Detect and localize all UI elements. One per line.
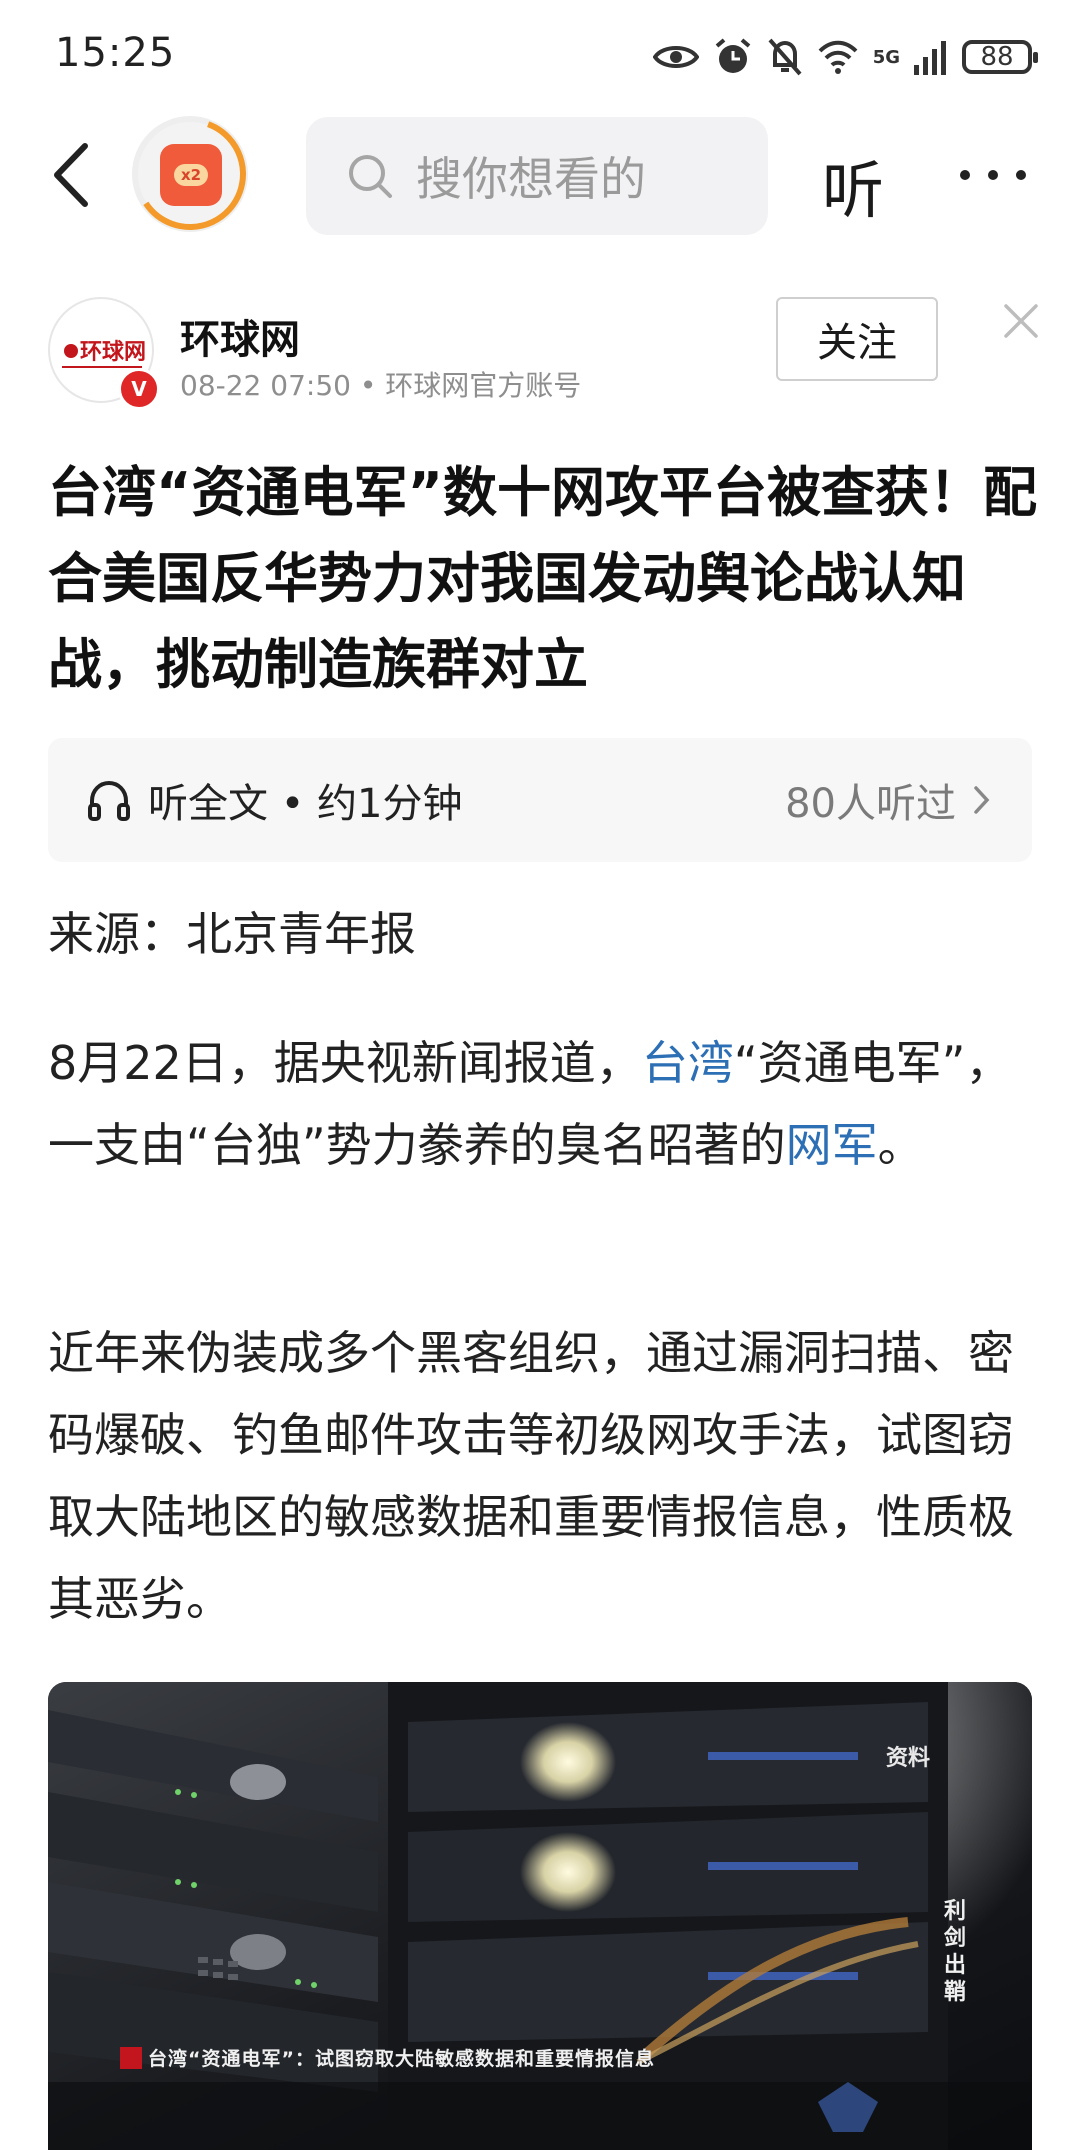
back-button[interactable]: [45, 140, 105, 210]
article-image[interactable]: 台湾“资通电军”：试图窃取大陆敏感数据和重要情报信息 资料 利剑出鞘: [48, 1682, 1032, 2150]
alarm-icon: [715, 38, 750, 73]
post-meta: 08-22 07:50 • 环球网官方账号: [180, 369, 582, 402]
mute-icon: [768, 38, 802, 76]
listen-label: 听全文 • 约1分钟: [148, 781, 463, 827]
paragraph-1-text-a: 8月22日，据央视新闻报道，: [48, 1036, 642, 1090]
status-time: 15:25: [55, 30, 176, 76]
chevron-right-icon: [974, 786, 990, 814]
listener-count: 80人听过: [785, 781, 956, 827]
search-placeholder: 搜你想看的: [416, 152, 646, 206]
signal-icon: [914, 41, 946, 75]
wifi-icon: [818, 40, 858, 74]
link-wangjun[interactable]: 网军: [786, 1118, 878, 1172]
network-label: 5G: [872, 46, 900, 68]
search-input[interactable]: 搜你想看的: [306, 117, 768, 235]
article-title: 台湾“资通电军”数十网攻平台被查获！配合美国反华势力对我国发动舆论战认知战，挑动…: [48, 461, 1037, 696]
headphones-icon: [88, 780, 130, 821]
author-name[interactable]: 环球网: [180, 307, 300, 365]
caption-marker: [120, 2047, 142, 2069]
listen-full-text-bar[interactable]: 听全文 • 约1分钟 80人听过: [48, 738, 1032, 862]
eye-icon: [652, 46, 699, 68]
more-dots-icon[interactable]: [960, 150, 1026, 200]
listen-button[interactable]: 听: [822, 140, 884, 230]
paragraph-1: 8月22日，据央视新闻报道，台湾“资通电军”，一支由“台独”势力豢养的臭名昭著的…: [48, 1022, 1032, 1186]
link-taiwan[interactable]: 台湾: [642, 1036, 734, 1090]
redpacket-button[interactable]: x2: [132, 116, 248, 232]
search-icon: [349, 155, 392, 198]
image-caption: 台湾“资通电军”：试图窃取大陆敏感数据和重要情报信息: [148, 2048, 655, 2070]
server-rack-illustration: [48, 1682, 1032, 2150]
redpacket-badge: x2: [174, 164, 208, 186]
image-watermark-top: 资料: [886, 1746, 931, 1771]
follow-button[interactable]: 关注: [776, 297, 938, 381]
redpacket-icon: x2: [160, 144, 222, 206]
article-source: 来源：北京青年报: [48, 907, 416, 961]
avatar-logo-text: 环球网: [80, 340, 146, 365]
verified-badge: V: [118, 368, 160, 410]
paragraph-2: 近年来伪装成多个黑客组织，通过漏洞扫描、密码爆破、钓鱼邮件攻击等初级网攻手法，试…: [48, 1326, 1014, 1626]
image-watermark-side: 利剑出鞘: [944, 1899, 967, 2005]
status-icons: 5G 88: [652, 34, 1038, 80]
close-icon[interactable]: [1000, 300, 1042, 342]
battery-icon: 88: [962, 40, 1038, 74]
paragraph-1-text-c: 。: [877, 1118, 924, 1172]
battery-level: 88: [980, 42, 1014, 72]
chevron-left-icon: [54, 143, 88, 207]
